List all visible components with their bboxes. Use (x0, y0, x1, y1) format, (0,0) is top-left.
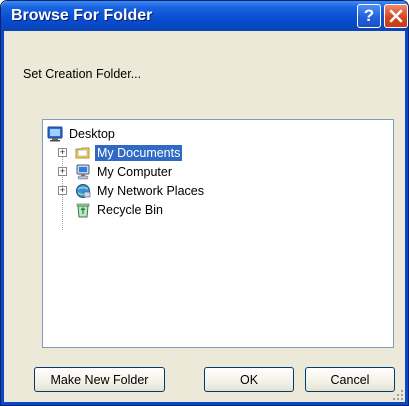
network-places-icon (76, 184, 91, 198)
close-button[interactable] (384, 4, 408, 28)
recycle-bin-icon (76, 203, 90, 218)
expand-toggle[interactable]: + (58, 148, 67, 157)
window-border-left (1, 31, 4, 405)
tree-item-label: My Documents (95, 145, 183, 161)
dialog-title: Browse For Folder (11, 7, 153, 24)
tree-item-label: Desktop (69, 127, 115, 141)
expand-toggle[interactable]: + (58, 167, 67, 176)
tree-item-label: My Network Places (97, 184, 204, 198)
window-border-right (405, 31, 408, 405)
computer-icon (76, 164, 90, 180)
cancel-button[interactable]: Cancel (305, 367, 395, 392)
close-icon (389, 9, 403, 23)
desktop-icon (47, 126, 63, 142)
expand-toggle[interactable]: + (58, 186, 67, 195)
make-new-folder-button[interactable]: Make New Folder (34, 367, 165, 392)
browse-for-folder-dialog: Browse For Folder ? Set Creation Folder.… (0, 0, 409, 406)
tree-item-my-documents[interactable]: + My Documents (43, 144, 293, 162)
help-icon: ? (363, 6, 375, 25)
tree-item-my-computer[interactable]: + My Computer (43, 163, 293, 181)
resize-grip-icon[interactable] (392, 389, 404, 401)
window-border-bottom (1, 402, 408, 405)
folder-tree[interactable]: Desktop + My Documents + My Computer + M… (42, 119, 394, 348)
folder-icon (75, 147, 90, 159)
tree-item-label: Recycle Bin (97, 203, 163, 217)
ok-button[interactable]: OK (204, 367, 294, 392)
tree-item-my-network-places[interactable]: + My Network Places (43, 182, 293, 200)
title-bar[interactable]: Browse For Folder ? (1, 1, 408, 31)
help-button[interactable]: ? (357, 4, 381, 28)
dialog-prompt: Set Creation Folder... (23, 67, 142, 81)
tree-item-recycle-bin[interactable]: Recycle Bin (43, 201, 293, 219)
tree-item-label: My Computer (97, 165, 173, 179)
tree-item-desktop[interactable]: Desktop (43, 125, 243, 143)
